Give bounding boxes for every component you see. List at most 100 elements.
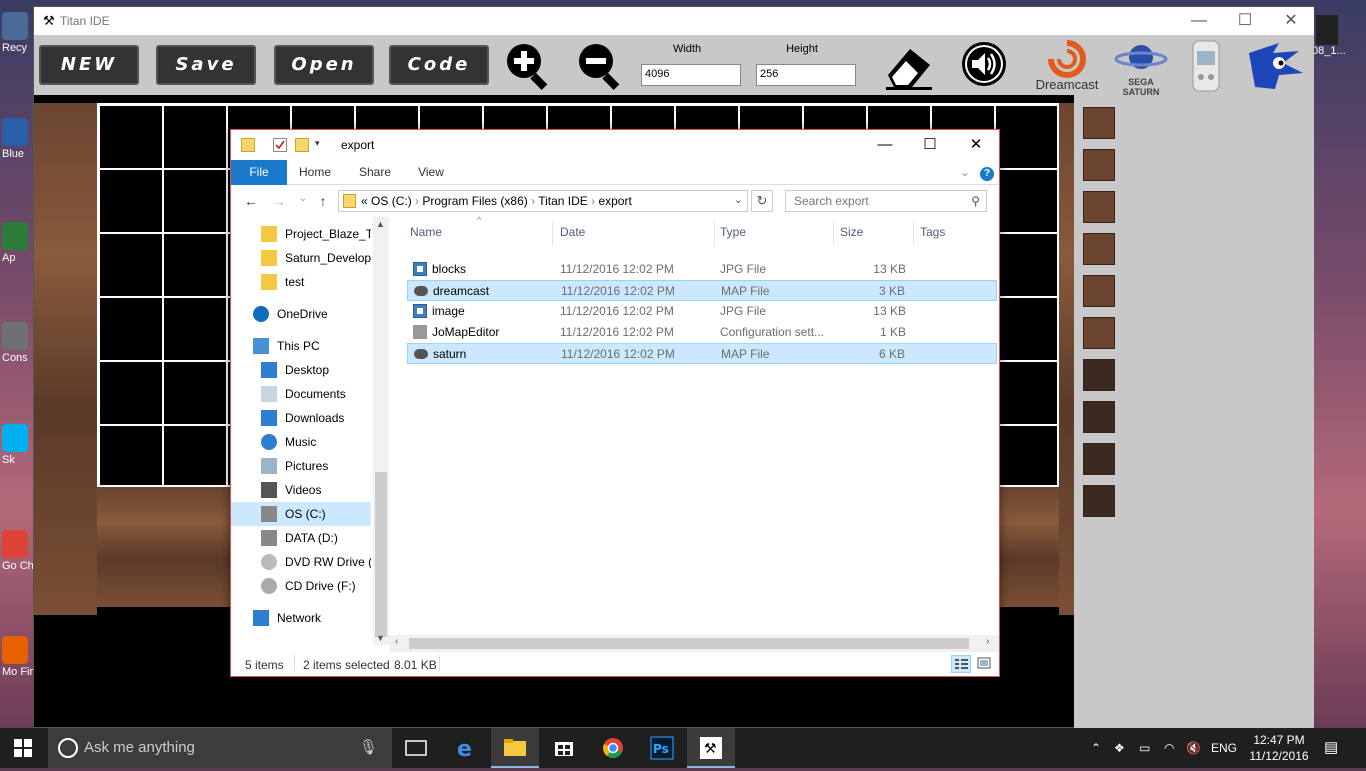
- minimize-button[interactable]: —: [1184, 11, 1214, 31]
- nav-item[interactable]: This PC: [231, 334, 371, 358]
- nav-item[interactable]: OneDrive: [231, 302, 371, 326]
- clock[interactable]: 12:47 PM 11/12/2016: [1246, 732, 1312, 764]
- palette-tile[interactable]: [1083, 485, 1115, 517]
- column-type[interactable]: Type: [720, 225, 746, 239]
- task-view-icon[interactable]: [392, 728, 440, 768]
- nav-item[interactable]: Documents: [231, 382, 371, 406]
- breadcrumb-item[interactable]: «: [361, 194, 368, 208]
- tab-home[interactable]: Home: [295, 160, 335, 185]
- file-explorer-icon[interactable]: [491, 728, 539, 768]
- dreamcast-icon[interactable]: Dreamcast: [1029, 39, 1105, 93]
- breadcrumb-item[interactable]: Program Files (x86): [422, 194, 527, 208]
- desktop-icon[interactable]: Ap: [2, 222, 34, 264]
- palette-tile[interactable]: [1083, 191, 1115, 223]
- titan-ide-taskbar-icon[interactable]: ⚒: [687, 728, 735, 768]
- photoshop-icon[interactable]: Ps: [638, 728, 686, 768]
- forward-arrow-icon[interactable]: →: [269, 193, 289, 209]
- open-button[interactable]: Open: [274, 45, 374, 85]
- large-icons-view-icon[interactable]: [975, 655, 995, 673]
- desktop-icon[interactable]: Go Chr: [2, 530, 37, 572]
- nav-item[interactable]: Project_Blaze_Tra: [231, 222, 371, 246]
- new-button[interactable]: NEW: [39, 45, 139, 85]
- scroll-up-icon[interactable]: ▲: [376, 219, 385, 229]
- breadcrumb-chevron-icon[interactable]: ›: [412, 194, 423, 208]
- chrome-icon[interactable]: [589, 728, 637, 768]
- nav-item[interactable]: DVD RW Drive (E: [231, 550, 371, 574]
- palette-tile[interactable]: [1083, 401, 1115, 433]
- height-input[interactable]: 256: [756, 64, 856, 86]
- search-input[interactable]: Search export ⚲: [785, 190, 987, 212]
- file-row[interactable]: saturn 11/12/2016 12:02 PM MAP File 6 KB: [407, 343, 997, 364]
- expand-ribbon-icon[interactable]: ⌄: [957, 160, 973, 185]
- desktop-icon[interactable]: Recy: [2, 12, 34, 54]
- volume-muted-icon[interactable]: 🔇: [1186, 728, 1201, 768]
- desktop-icon-right[interactable]: 08_1...: [1312, 15, 1366, 75]
- maximize-button[interactable]: ☐: [1230, 11, 1260, 31]
- column-name[interactable]: Name: [410, 225, 442, 239]
- maximize-button[interactable]: ☐: [907, 134, 953, 156]
- wifi-icon[interactable]: ◠: [1164, 728, 1174, 768]
- store-icon[interactable]: [540, 728, 588, 768]
- nav-item[interactable]: Downloads: [231, 406, 371, 430]
- refresh-icon[interactable]: ↻: [751, 190, 773, 212]
- scrollbar-thumb[interactable]: [375, 472, 387, 637]
- column-tags[interactable]: Tags: [920, 225, 945, 239]
- nav-item[interactable]: test: [231, 270, 371, 294]
- width-input[interactable]: 4096: [641, 64, 741, 86]
- nav-item[interactable]: Network: [231, 606, 371, 630]
- new-folder-icon[interactable]: [295, 138, 309, 152]
- show-hidden-icons[interactable]: ⌃: [1091, 728, 1101, 768]
- nav-item[interactable]: Pictures: [231, 454, 371, 478]
- scroll-down-icon[interactable]: ▼: [376, 633, 385, 643]
- file-row[interactable]: dreamcast 11/12/2016 12:02 PM MAP File 3 KB: [407, 280, 997, 301]
- cortana-search-box[interactable]: Ask me anything 🎙: [48, 728, 392, 768]
- palette-tile[interactable]: [1083, 317, 1115, 349]
- column-size[interactable]: Size: [840, 225, 863, 239]
- recent-locations-icon[interactable]: ⌄: [293, 193, 313, 209]
- edge-icon[interactable]: e: [442, 728, 490, 768]
- desktop-icon[interactable]: Blue: [2, 118, 34, 160]
- scroll-left-icon[interactable]: ‹: [395, 636, 398, 647]
- sound-icon[interactable]: [959, 39, 1009, 93]
- language-indicator[interactable]: ENG: [1211, 728, 1237, 768]
- eraser-icon[interactable]: [882, 39, 936, 93]
- desktop-icon[interactable]: Mo Fir: [2, 636, 34, 678]
- nav-item[interactable]: Saturn_Developn: [231, 246, 371, 270]
- palette-tile[interactable]: [1083, 443, 1115, 475]
- customize-toolbar-icon[interactable]: ▾: [315, 138, 329, 152]
- close-button[interactable]: ✕: [1276, 11, 1306, 31]
- save-button[interactable]: Save: [156, 45, 256, 85]
- column-date[interactable]: Date: [560, 225, 585, 239]
- file-row[interactable]: JoMapEditor 11/12/2016 12:02 PM Configurat…: [407, 322, 997, 343]
- properties-icon[interactable]: [273, 138, 287, 152]
- sonic-icon[interactable]: [1239, 39, 1305, 93]
- dropbox-icon[interactable]: ❖: [1114, 728, 1125, 768]
- tab-file[interactable]: File: [231, 160, 287, 185]
- zoom-out-icon[interactable]: [574, 39, 626, 91]
- scrollbar-thumb[interactable]: [409, 638, 969, 649]
- help-icon[interactable]: ?: [979, 160, 995, 185]
- desktop-icon[interactable]: Sk: [2, 424, 34, 466]
- code-button[interactable]: Code: [389, 45, 489, 85]
- nav-item[interactable]: Videos: [231, 478, 371, 502]
- back-arrow-icon[interactable]: ←: [241, 193, 261, 209]
- file-row[interactable]: image 11/12/2016 12:02 PM JPG File 13 KB: [407, 301, 997, 322]
- palette-tile[interactable]: [1083, 149, 1115, 181]
- nav-scrollbar[interactable]: ▲ ▼: [373, 217, 389, 645]
- close-button[interactable]: ✕: [953, 134, 999, 156]
- nav-item[interactable]: OS (C:): [231, 502, 371, 526]
- breadcrumb-item[interactable]: export: [598, 194, 631, 208]
- address-bar[interactable]: « OS (C:) › Program Files (x86) › Titan …: [338, 190, 748, 212]
- palette-tile[interactable]: [1083, 359, 1115, 391]
- zoom-in-icon[interactable]: [502, 39, 554, 91]
- palette-tile[interactable]: [1083, 275, 1115, 307]
- nav-item[interactable]: Music: [231, 430, 371, 454]
- nav-item[interactable]: CD Drive (F:): [231, 574, 371, 598]
- nav-item[interactable]: DATA (D:): [231, 526, 371, 550]
- minimize-button[interactable]: —: [862, 134, 908, 156]
- palette-tile[interactable]: [1083, 107, 1115, 139]
- up-arrow-icon[interactable]: ↑: [313, 193, 333, 209]
- tab-view[interactable]: View: [411, 160, 451, 185]
- breadcrumb-chevron-icon[interactable]: ›: [528, 194, 538, 208]
- scroll-right-icon[interactable]: ›: [986, 636, 989, 647]
